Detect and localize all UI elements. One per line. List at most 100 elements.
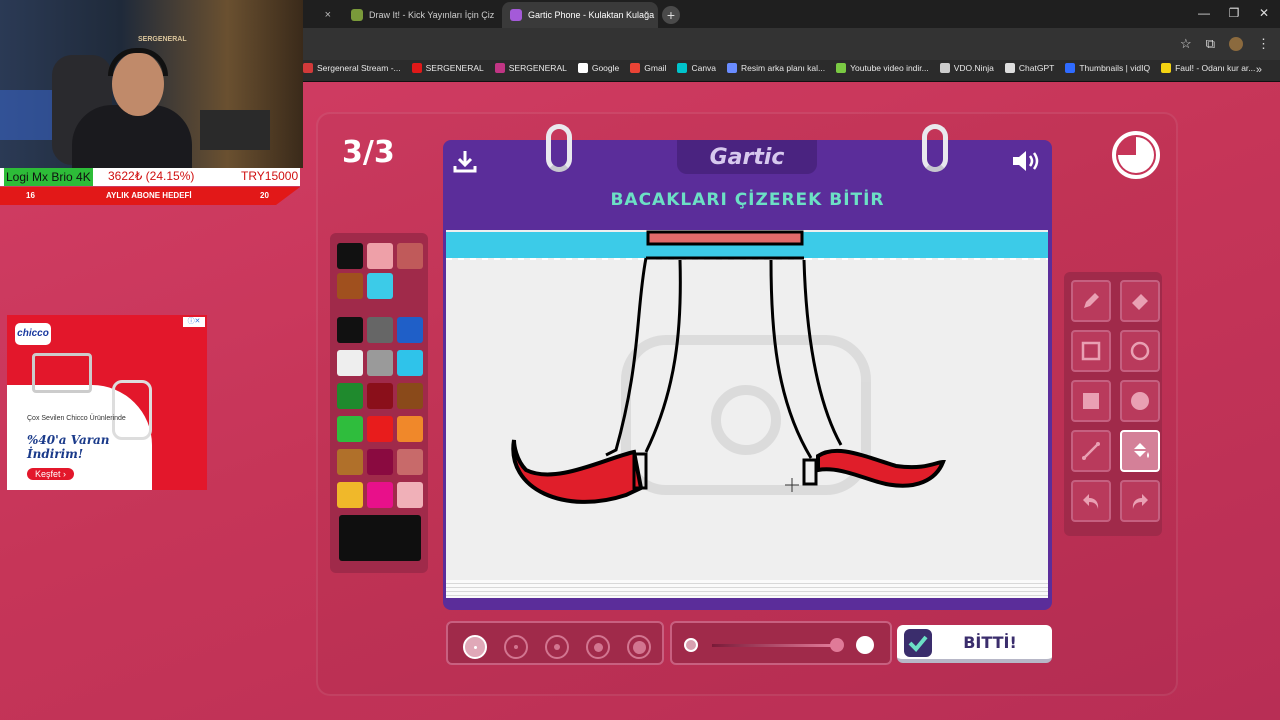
bookmark-favicon-icon [1161, 63, 1172, 73]
slider-track [712, 644, 832, 647]
ad-tagline: Çox Sevilen Chicco Ürünlerinde [27, 415, 126, 422]
notebook-ring-left [546, 124, 572, 172]
brush-size-picker [446, 621, 664, 665]
round-counter: 3/3 [342, 135, 395, 170]
slider-thumb[interactable] [830, 638, 844, 652]
bookmark-item[interactable]: Thumbnails | vidIQ [1065, 63, 1150, 73]
color-swatch[interactable] [397, 317, 423, 343]
bookmark-item[interactable]: Canva [677, 63, 716, 73]
ad-product-crib [32, 353, 92, 393]
download-icon[interactable] [452, 148, 478, 174]
rect-filled-icon[interactable] [1071, 380, 1111, 422]
fill-bucket-icon[interactable] [1120, 430, 1160, 472]
color-swatch[interactable] [337, 273, 363, 299]
ad-info-icon[interactable]: ⓘ✕ [183, 317, 205, 327]
color-swatch[interactable] [337, 350, 363, 376]
color-swatch[interactable] [397, 243, 423, 269]
browser-tab[interactable]: Draw It! - Kick Yayınları İçin Çiz × [343, 2, 501, 28]
bookmark-favicon-icon [303, 63, 313, 73]
donation-amount: 3622₺ (24.15%) [108, 169, 195, 183]
bookmark-label: Gmail [644, 63, 667, 73]
new-tab-button[interactable]: + [662, 6, 680, 24]
sub-goal-bar: 16 AYLIK ABONE HEDEFİ 20 [0, 187, 300, 205]
goal-label: AYLIK ABONE HEDEFİ [106, 191, 192, 200]
camera-label: Logi Mx Brio 4K [4, 168, 93, 186]
brush-size-3[interactable] [545, 635, 569, 659]
line-icon[interactable] [1071, 430, 1111, 472]
color-swatch[interactable] [397, 482, 423, 508]
close-window-icon[interactable]: ✕ [1254, 6, 1274, 20]
menu-icon[interactable]: ⋮ [1257, 36, 1270, 52]
avatar[interactable] [1229, 37, 1243, 51]
color-swatch[interactable] [367, 243, 393, 269]
color-swatch[interactable] [337, 317, 363, 343]
bookmark-item[interactable]: Faul! - Odanı kur ar... [1161, 63, 1255, 73]
brush-size-1[interactable] [463, 635, 487, 659]
bookmark-item[interactable]: VDO.Ninja [939, 63, 994, 73]
brush-size-5[interactable] [627, 635, 651, 659]
circle-outline-icon[interactable] [1120, 330, 1160, 372]
extensions-icon[interactable]: ⧉ [1206, 36, 1215, 52]
bookmark-item[interactable]: ChatGPT [1004, 63, 1054, 73]
ad-banner[interactable]: chicco ⓘ✕ Çox Sevilen Chicco Ürünlerinde… [7, 315, 207, 490]
bookmark-item[interactable]: Gmail [630, 63, 666, 73]
color-swatch[interactable] [397, 383, 423, 409]
color-swatch[interactable] [367, 482, 393, 508]
gartic-logo: Gartic [677, 140, 817, 174]
bookmark-item[interactable]: SERGENERAL [411, 63, 484, 73]
bookmark-favicon-icon [494, 63, 505, 73]
ad-cta-button[interactable]: Keşfet › [27, 468, 75, 480]
bookmark-item[interactable]: SERGENERAL [494, 63, 567, 73]
color-swatch[interactable] [337, 416, 363, 442]
brush-size-2[interactable] [504, 635, 528, 659]
color-swatch[interactable] [367, 383, 393, 409]
color-swatch[interactable] [337, 449, 363, 475]
color-swatch[interactable] [367, 317, 393, 343]
opacity-low-icon [684, 638, 698, 652]
bookmarks-more-icon[interactable]: » [1256, 64, 1262, 76]
color-swatch[interactable] [397, 416, 423, 442]
color-swatch[interactable] [367, 273, 393, 299]
close-tab-icon[interactable]: × [325, 9, 331, 21]
close-tab-icon[interactable]: × [500, 9, 501, 21]
color-swatch[interactable] [397, 350, 423, 376]
color-swatch[interactable] [367, 350, 393, 376]
drawing-canvas[interactable] [446, 230, 1048, 598]
current-color [339, 515, 421, 561]
eraser-icon[interactable] [1120, 280, 1160, 322]
redo-icon[interactable] [1120, 480, 1160, 522]
bookmark-item[interactable]: Youtube video indir... [836, 63, 929, 73]
color-swatch[interactable] [397, 449, 423, 475]
bookmark-favicon-icon [677, 63, 688, 73]
color-swatch[interactable] [367, 449, 393, 475]
sound-icon[interactable] [1010, 148, 1042, 174]
color-swatch[interactable] [367, 416, 393, 442]
bookmark-item[interactable]: Sergeneral Stream -... [303, 63, 401, 73]
bookmark-item[interactable]: Resim arka planı kal... [727, 63, 825, 73]
undo-icon[interactable] [1071, 480, 1111, 522]
bookmark-label: SERGENERAL [508, 63, 567, 73]
brush-size-4[interactable] [586, 635, 610, 659]
bookmark-favicon-icon [630, 63, 641, 73]
rect-outline-icon[interactable] [1071, 330, 1111, 372]
bookmark-label: Resim arka planı kal... [741, 63, 826, 73]
color-swatch[interactable] [337, 383, 363, 409]
maximize-icon[interactable]: ❐ [1224, 6, 1244, 20]
circle-filled-icon[interactable] [1120, 380, 1160, 422]
browser-tab[interactable]: × [303, 2, 339, 28]
tool-panel [1064, 272, 1162, 536]
pencil-icon[interactable] [1071, 280, 1111, 322]
minimize-icon[interactable]: — [1194, 6, 1214, 20]
color-swatch[interactable] [337, 243, 363, 269]
timer-icon [1112, 131, 1160, 179]
bookmark-item[interactable]: Google [577, 63, 619, 73]
browser-tab-active[interactable]: Gartic Phone - Kulaktan Kulağa × [502, 2, 658, 28]
goal-to: 20 [260, 191, 269, 200]
bookmark-label: Sergeneral Stream -... [317, 63, 401, 73]
ad-headline: %40'a Varan İndirim! [27, 433, 110, 461]
opacity-slider[interactable] [670, 621, 892, 665]
color-swatch[interactable] [337, 482, 363, 508]
star-icon[interactable]: ☆ [1180, 36, 1192, 52]
bookmark-label: Thumbnails | vidIQ [1079, 63, 1151, 73]
instruction-text: BACAKLARI ÇİZEREK BİTİR [610, 190, 885, 210]
